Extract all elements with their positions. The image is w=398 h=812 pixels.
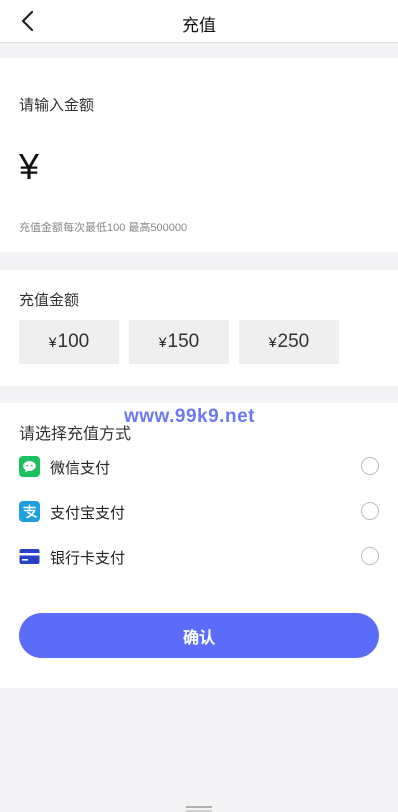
currency-symbol: ¥: [158, 334, 167, 350]
bank-card-icon: [19, 549, 40, 564]
top-nav-bar: 充值: [0, 0, 398, 43]
currency-symbol: ¥: [48, 334, 57, 350]
currency-symbol: ¥: [268, 334, 277, 350]
payment-method-label: 请选择充值方式: [19, 426, 132, 443]
alipay-radio[interactable]: [361, 502, 379, 520]
payment-option-label: 支付宝支付: [50, 505, 126, 522]
confirm-button[interactable]: 确认: [19, 613, 379, 658]
payment-option-label: 微信支付: [50, 460, 111, 477]
watermark-text: www.99k9.net: [124, 406, 255, 427]
payment-option-bank-card[interactable]: 银行卡支付: [0, 539, 398, 575]
preset-amount-150-button[interactable]: ¥ 150: [129, 320, 229, 364]
preset-amount-value: 150: [167, 331, 200, 352]
preset-amount-100-button[interactable]: ¥ 100: [19, 320, 119, 364]
page-title: 充值: [182, 16, 216, 35]
amount-input-label: 请输入金额: [19, 97, 95, 114]
payment-method-card: 请选择充值方式 www.99k9.net 微信支付 支付宝支付 银行卡支付 确认: [0, 403, 398, 688]
payment-option-wechat[interactable]: 微信支付: [0, 449, 398, 485]
wechat-radio[interactable]: [361, 457, 379, 475]
preset-amount-250-button[interactable]: ¥ 250: [239, 320, 339, 364]
payment-option-label: 银行卡支付: [50, 550, 126, 567]
preset-amount-label: 充值金额: [19, 292, 80, 309]
preset-amount-value: 250: [277, 331, 310, 352]
home-indicator: [186, 806, 212, 812]
amount-input-field[interactable]: ¥: [19, 146, 39, 188]
payment-option-alipay[interactable]: 支付宝支付: [0, 494, 398, 530]
preset-amount-card: 充值金额 ¥ 100 ¥ 150 ¥ 250: [0, 270, 398, 386]
amount-input-card: 请输入金额 ¥ 充值金额每次最低100 最高500000: [0, 58, 398, 252]
wechat-pay-icon: [19, 456, 40, 477]
preset-amount-value: 100: [57, 331, 90, 352]
bank-card-radio[interactable]: [361, 547, 379, 565]
amount-limit-hint: 充值金额每次最低100 最高500000: [19, 222, 188, 234]
alipay-icon: [19, 501, 40, 522]
